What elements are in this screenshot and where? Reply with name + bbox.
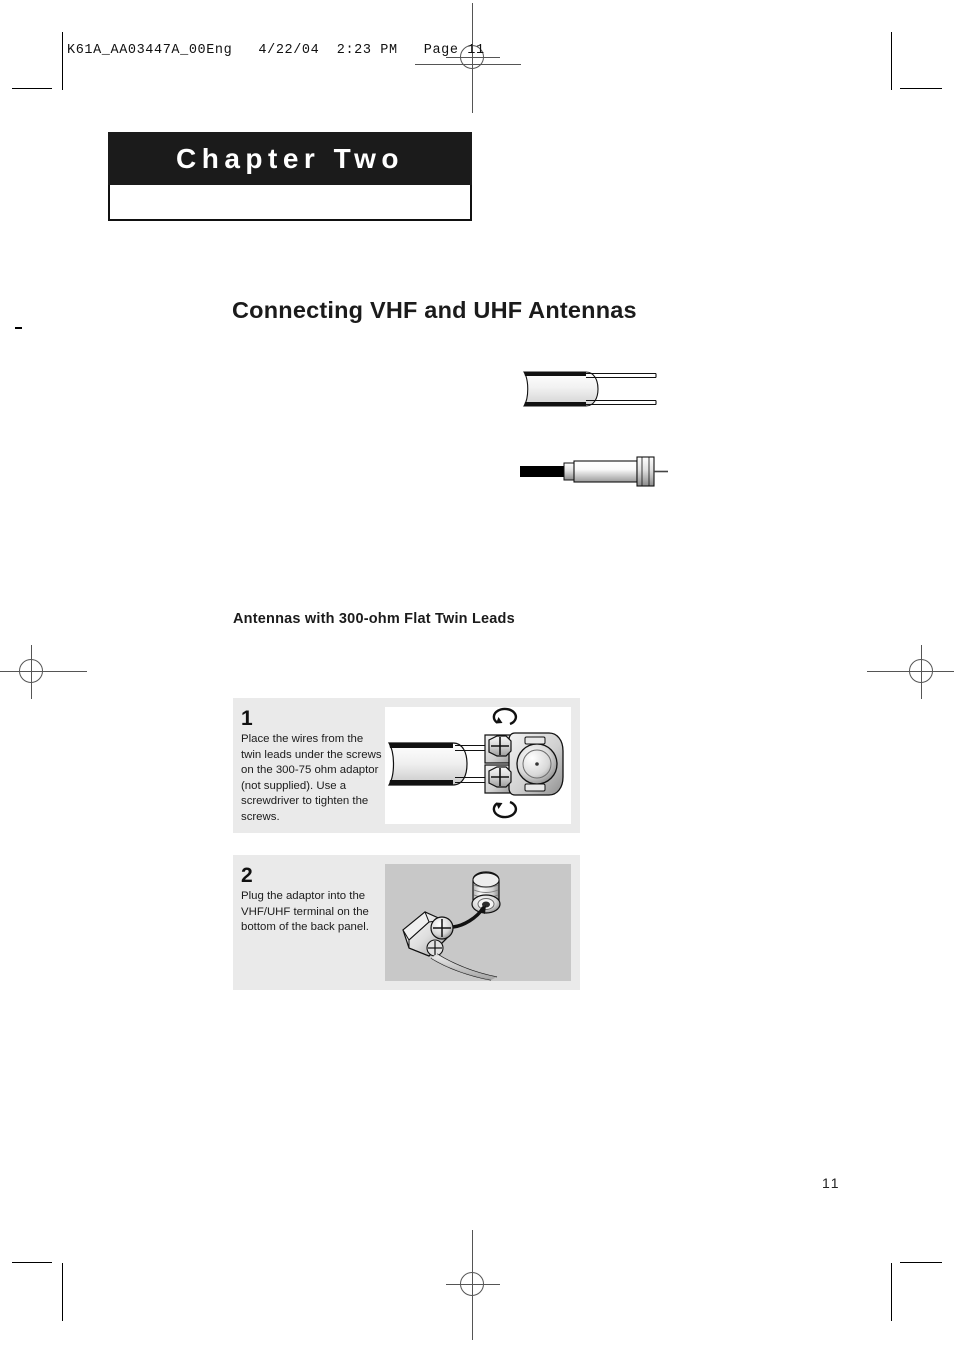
registration-vline — [472, 1230, 473, 1340]
coax-cable-illustration — [518, 452, 670, 495]
twin-lead-svg — [523, 371, 657, 407]
terminal-connection-diagram-svg — [402, 871, 501, 981]
coax-svg — [520, 456, 668, 487]
screw-upper — [488, 735, 512, 757]
registration-mark-left — [0, 645, 87, 699]
screw-lower — [488, 766, 512, 788]
rotate-arrow-top-icon — [492, 707, 518, 726]
rotate-arrow-bottom-icon — [492, 800, 518, 819]
crop-mark-bottom-left-horizontal — [12, 1262, 52, 1263]
crop-mark-bottom-right-horizontal — [900, 1262, 942, 1263]
adaptor-wiring-diagram-svg — [387, 707, 564, 819]
registration-vline — [921, 645, 922, 699]
chapter-title: Chapter Two — [176, 142, 404, 174]
page-canvas: K61A_AA03447A_00Eng 4/22/04 2:23 PM Page… — [0, 0, 954, 1351]
page-title: Connecting VHF and UHF Antennas — [232, 297, 637, 323]
page-number: 11 — [822, 1175, 841, 1191]
header-rule — [415, 64, 521, 65]
step-2-instruction: Plug the adaptor into the VHF/UHF termin… — [241, 890, 369, 934]
chapter-bar: Chapter Two — [108, 132, 472, 185]
registration-mark-right — [867, 645, 954, 699]
running-header: K61A_AA03447A_00Eng 4/22/04 2:23 PM Page… — [67, 43, 485, 58]
registration-mark-bottom — [446, 1230, 500, 1340]
step-panel-2: 2 Plug the adaptor into the VHF/UHF term… — [233, 855, 580, 990]
subsection-title: Antennas with 300-ohm Flat Twin Leads — [233, 611, 515, 627]
chapter-block: Chapter Two — [108, 132, 472, 221]
crop-mark-top-right-horizontal — [900, 88, 942, 89]
step-2-number: 2 — [241, 864, 253, 887]
left-margin-tick — [15, 327, 22, 329]
step-1-figure — [385, 707, 571, 824]
registration-mark-top — [446, 3, 500, 113]
adaptor-plug — [402, 911, 454, 957]
registration-hline — [867, 671, 954, 672]
crop-mark-bottom-right-vertical — [891, 1263, 892, 1321]
vhf-uhf-terminal — [471, 871, 501, 914]
crop-mark-top-left-horizontal — [12, 88, 52, 89]
registration-vline — [472, 3, 473, 113]
chapter-subtitle-box — [108, 185, 472, 221]
crop-mark-top-right-vertical — [891, 32, 892, 90]
step-panel-1: 1 Place the wires from the twin leads un… — [233, 698, 580, 833]
crop-mark-bottom-left-vertical — [62, 1263, 63, 1321]
step-1-text-column: 1 Place the wires from the twin leads un… — [233, 698, 385, 833]
registration-vline — [31, 645, 32, 699]
registration-hline — [446, 1284, 500, 1285]
twin-lead-cable-illustration — [520, 358, 660, 425]
step-2-text-column: 2 Plug the adaptor into the VHF/UHF term… — [233, 855, 385, 990]
registration-hline — [0, 671, 87, 672]
step-2-figure — [385, 864, 571, 981]
step-1-number: 1 — [241, 707, 253, 730]
crop-mark-top-left-vertical — [62, 32, 63, 90]
step-1-instruction: Place the wires from the twin leads unde… — [241, 733, 382, 823]
